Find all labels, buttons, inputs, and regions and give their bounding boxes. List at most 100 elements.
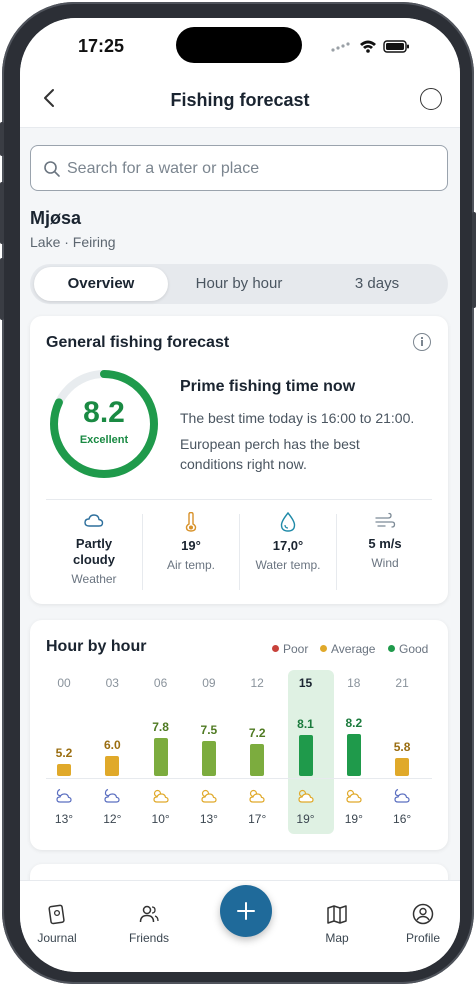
status-icons [331,40,409,53]
hour-label: 12 [250,676,264,690]
metric-air-temp: 19° Air temp. [143,512,239,572]
species-text-line2: conditions right now. [180,456,307,472]
score-value: 7.5 [200,723,218,737]
hour-column[interactable]: 00 5.2 13° [44,676,84,826]
mute-switch [0,122,4,156]
score-bar [250,744,265,776]
partly-cloudy-icon [84,514,104,527]
view-tabs: Overview Hour by hour 3 days [30,264,448,304]
battery-icon [383,40,409,53]
score-value: 5.2 [55,746,73,760]
partly-cloudy-day-icon [201,789,217,803]
hour-label: 21 [395,676,409,690]
hour-column[interactable]: 06 7.8 10° [141,676,181,826]
tab-map[interactable]: Map [302,903,372,945]
tab-overview[interactable]: Overview [34,267,168,301]
page-title: Fishing forecast [170,90,310,110]
tab-profile[interactable]: Profile [388,903,458,945]
hour-column[interactable]: 12 7.2 17° [237,676,277,826]
profile-icon [412,903,434,925]
friends-icon [139,905,159,923]
status-bar: 17:25 [20,18,460,74]
hour-temp: 19° [344,812,363,826]
partly-cloudy-day-icon [297,789,314,803]
score-bar [57,764,71,776]
score-bar [346,734,361,776]
map-icon [327,905,347,924]
info-icon[interactable] [420,88,442,110]
metric-label: Weather [71,572,117,586]
score-bar [395,758,410,776]
partly-cloudy-night-icon [56,788,72,803]
hour-temp: 13° [54,812,74,826]
metric-label: Air temp. [166,558,215,572]
legend-average: Average [320,642,375,656]
metric-label: Water temp. [255,558,321,572]
hour-temp: 12° [103,812,122,826]
score-value: 8.1 [297,717,314,731]
hour-label: 09 [202,676,216,690]
metric-label: Wind [371,556,399,570]
hour-temp: 13° [199,812,218,826]
hour-column[interactable]: 21 5.8 16° [382,676,422,826]
score-value: 7.8 [152,720,169,734]
hour-temp: 16° [393,812,412,826]
place-subtitle: Lake · Feiring [30,234,116,250]
search-input[interactable]: Search for a water or place [30,145,448,191]
species-text-line1: European perch has the best [180,436,360,452]
partly-cloudy-night-icon [104,788,120,803]
hour-column[interactable]: 03 6.0 12° [92,676,132,826]
tab-friends[interactable]: Friends [114,903,184,945]
score-bar [201,741,216,776]
card-title: Hour by hour [46,638,147,655]
hour-label: 18 [347,676,361,690]
place-name: Mjøsa [30,208,82,228]
phone-frame: 17:25 Fishing forecast Search for a wate… [0,2,476,984]
metric-value: 19° [181,538,201,553]
score-value: 7.2 [248,726,266,740]
hour-by-hour-card: Hour by hour Poor Average Good 00 5.2 13° 0… [30,620,448,850]
tab-label: Journal [37,931,77,945]
prime-time-title: Prime fishing time now [180,378,356,395]
thermometer-icon [185,512,197,532]
card-title: General fishing forecast [46,334,230,351]
metric-value: Partly cloudy [73,536,115,567]
hour-column[interactable]: 18 8.2 19° [334,676,374,826]
metric-water-temp: 17,0° Water temp. [240,512,336,572]
info-icon[interactable] [413,333,431,351]
score-value: 5.8 [393,740,411,754]
metric-value: 5 m/s [368,536,402,551]
hour-temp: 10° [151,812,170,826]
hour-temp: 17° [248,812,267,826]
legend-poor: Poor [272,642,308,656]
app-header: Fishing forecast [20,74,460,128]
score-value: 8.2 [83,396,125,429]
legend-dot [388,645,395,652]
partly-cloudy-day-icon [152,789,169,803]
tab-label: Profile [405,931,440,945]
wifi-icon [360,40,376,53]
hour-column[interactable]: 15 8.1 19° [286,676,326,826]
tab-3-days[interactable]: 3 days [310,267,444,301]
status-time: 17:25 [78,36,125,56]
add-button[interactable] [220,885,272,937]
legend-good: Good [388,642,428,656]
volume-up-button [0,182,4,244]
tab-hour-by-hour[interactable]: Hour by hour [170,267,308,301]
divider [46,499,432,500]
tab-label: Map [325,931,349,945]
metric-wind: 5 m/s Wind [337,512,433,570]
hour-temp: 19° [296,812,315,826]
tab-label: Friends [128,931,169,945]
volume-down-button [0,258,4,320]
partly-cloudy-night-icon [394,788,410,803]
score-label: Excellent [79,434,129,446]
hour-column[interactable]: 09 7.5 13° [189,676,229,826]
score-value: 8.2 [345,716,363,730]
water-drop-icon [280,512,296,532]
score-bar [298,735,313,776]
journal-icon [48,904,65,925]
tab-journal[interactable]: Journal [22,903,92,945]
partly-cloudy-day-icon [249,789,265,803]
hour-label: 15 [298,676,313,690]
